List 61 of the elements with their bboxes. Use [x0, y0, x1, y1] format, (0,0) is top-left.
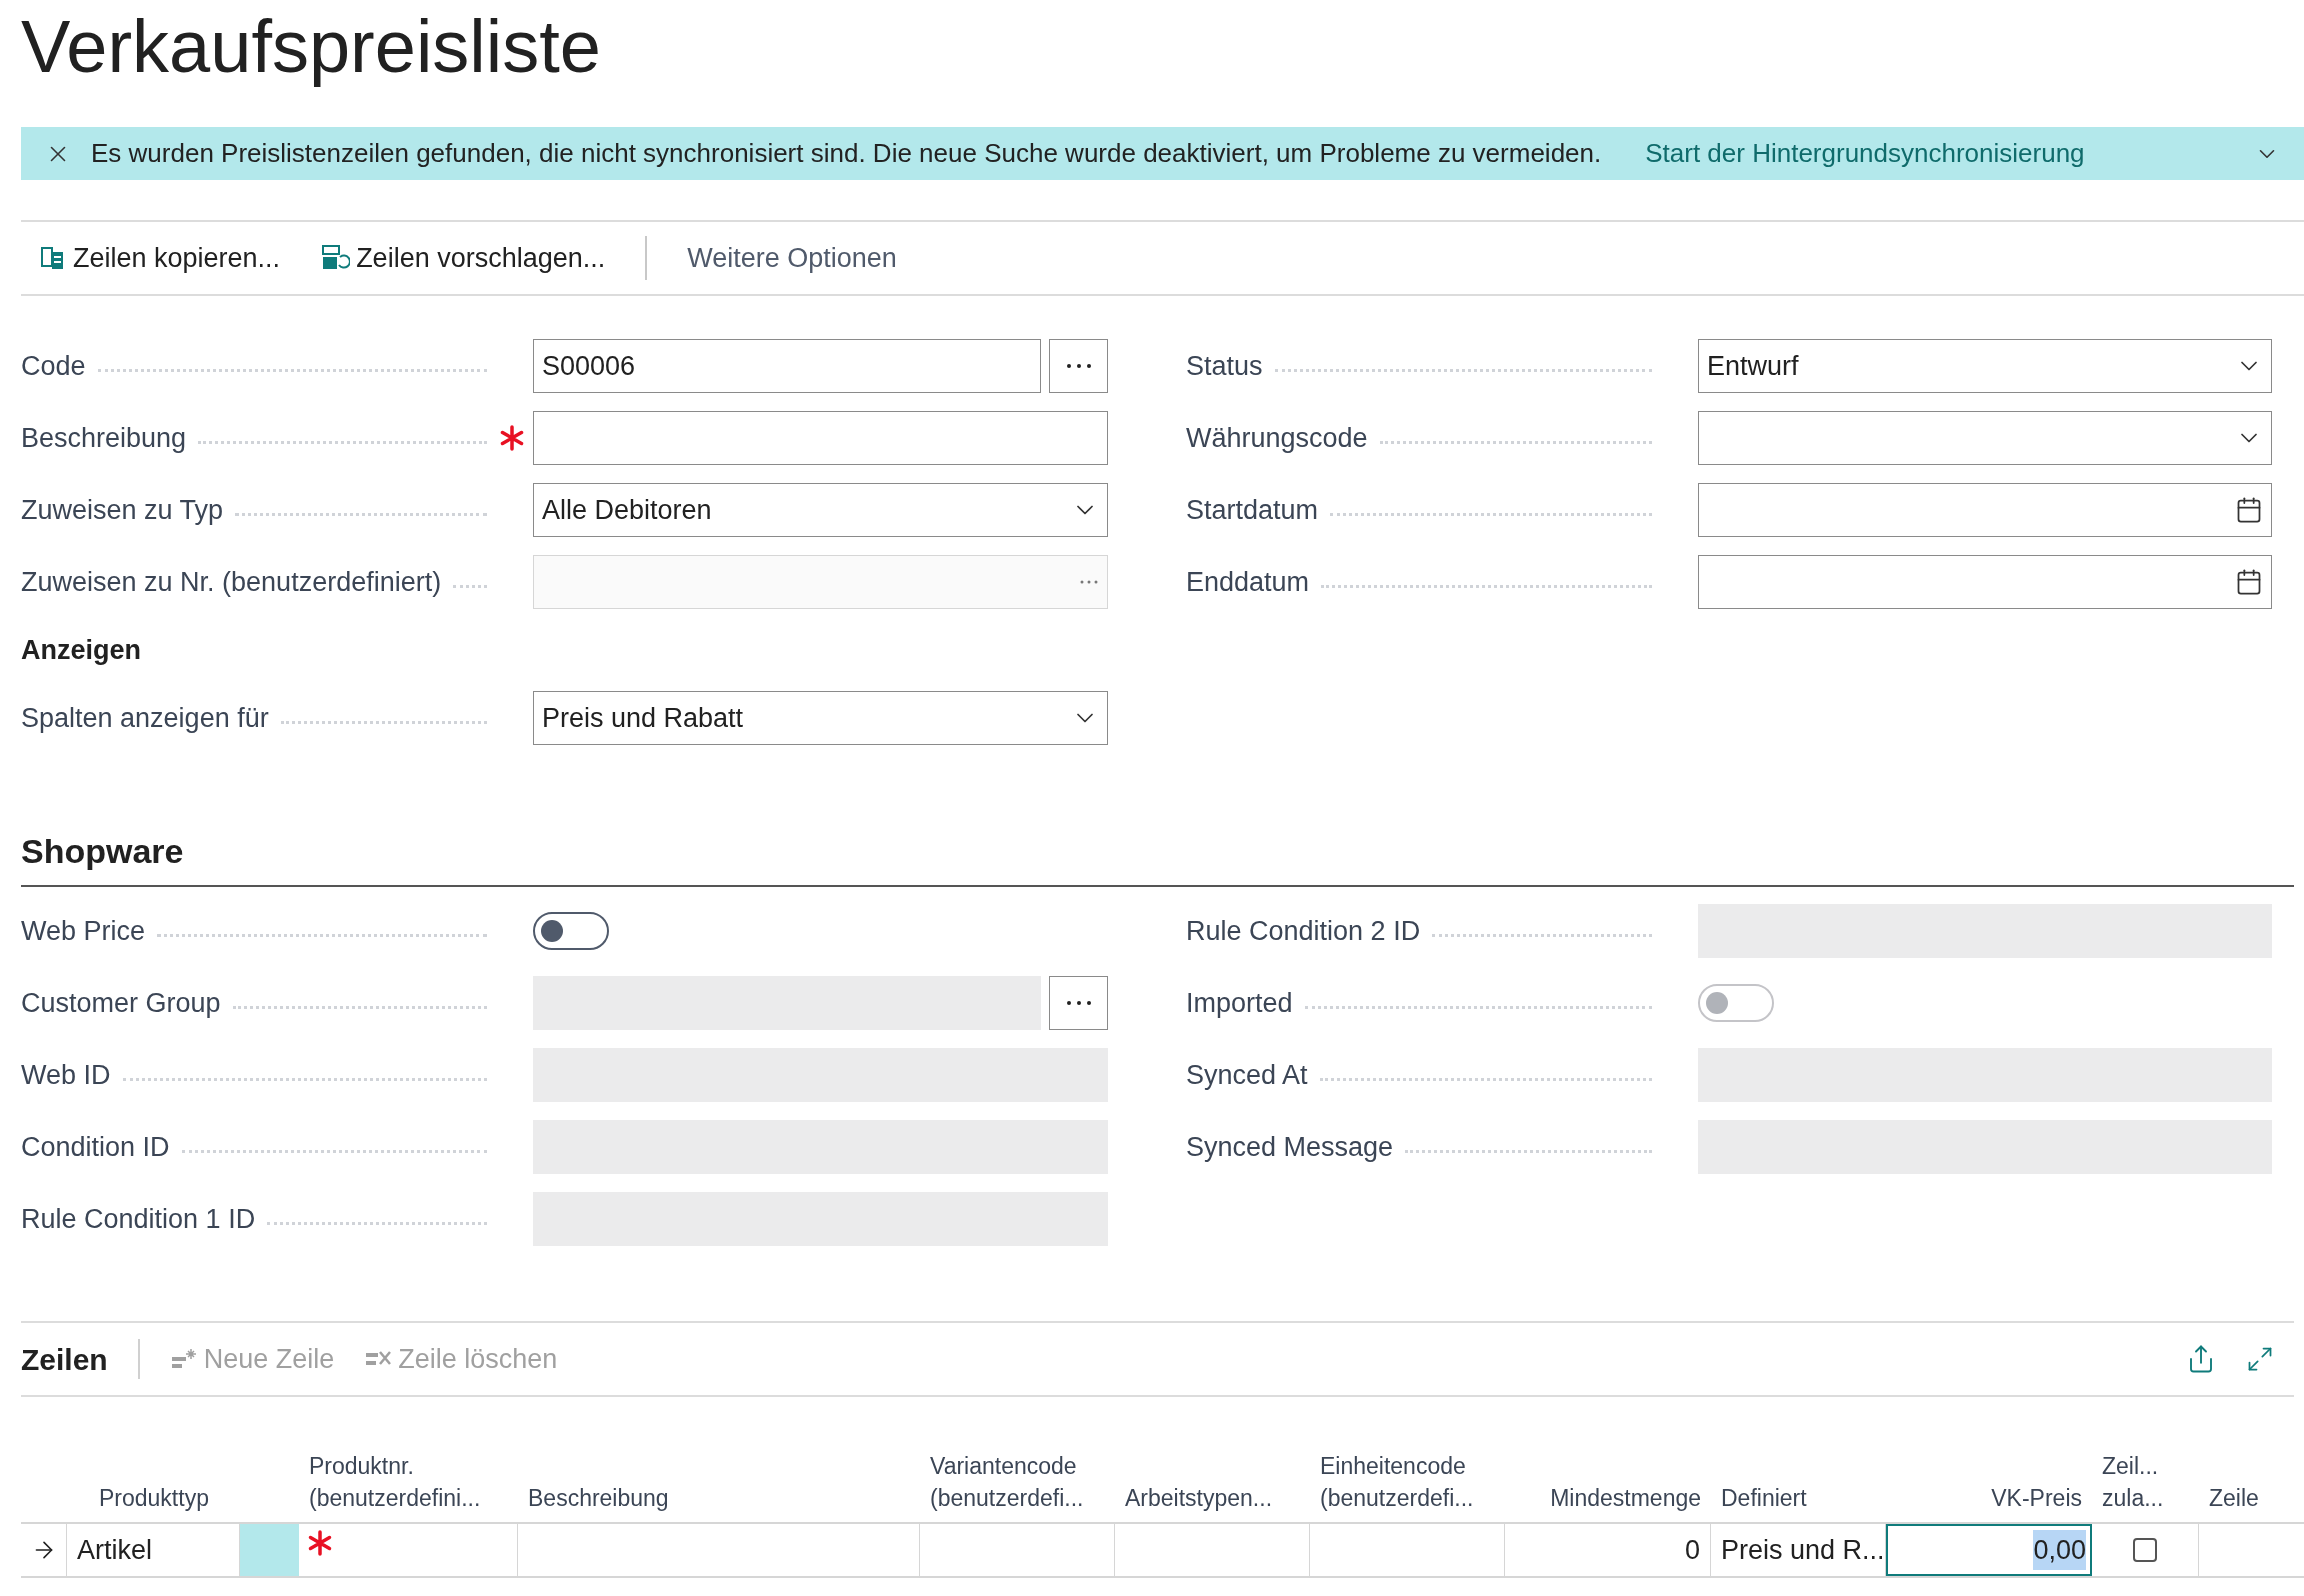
action-button[interactable]: Zeilen kopieren...	[39, 237, 281, 279]
field-label: Condition ID	[21, 1130, 170, 1164]
column-header[interactable]: Beschreibung	[528, 1481, 910, 1514]
table-cell-text: Preis und R...	[1721, 1533, 1885, 1567]
checkbox[interactable]	[2133, 1538, 2157, 1562]
date-field[interactable]	[1698, 555, 2272, 609]
field-label: Währungscode	[1186, 421, 1368, 455]
date-field[interactable]	[1698, 483, 2272, 537]
field-label: Startdatum	[1186, 493, 1319, 527]
field-label: Status	[1186, 349, 1263, 383]
row-marker	[240, 1524, 299, 1576]
section-heading: Shopware	[21, 826, 2294, 887]
column-header[interactable]: Zeile	[2209, 1481, 2294, 1514]
field-label: Customer Group	[21, 986, 221, 1020]
column-header[interactable]: Produktnr. (benutzerdefini...	[309, 1449, 508, 1514]
toggle-switch[interactable]	[533, 912, 609, 950]
sync-link[interactable]: Start der Hintergrundsynchronisierung	[1645, 134, 2085, 173]
field-label: Imported	[1186, 986, 1293, 1020]
field-label: Rule Condition 1 ID	[21, 1202, 256, 1236]
calendar-icon	[2235, 568, 2263, 596]
text-field[interactable]: S00006	[533, 339, 1041, 393]
field-label: Enddatum	[1186, 565, 1310, 599]
field-label: Web Price	[21, 914, 146, 948]
column-header[interactable]: Einheitencode (benutzerdefi...	[1320, 1449, 1495, 1514]
ellipsis-icon	[1065, 1000, 1092, 1006]
field-label: Spalten anzeigen für	[21, 701, 269, 735]
column-header[interactable]: Variantencode (benutzerdefi...	[930, 1449, 1105, 1514]
expand-icon[interactable]	[2246, 1345, 2274, 1373]
field-label: Code	[21, 349, 86, 383]
lookup-button[interactable]	[1049, 976, 1108, 1030]
field-label: Rule Condition 2 ID	[1186, 914, 1421, 948]
column-header[interactable]: Arbeitstypen...	[1125, 1481, 1300, 1514]
field-label: Synced Message	[1186, 1130, 1394, 1164]
dropdown-field[interactable]: Preis und Rabatt	[533, 691, 1108, 745]
field-label: Zuweisen zu Typ	[21, 493, 224, 527]
column-header[interactable]: VK-Preis	[1896, 1481, 2082, 1514]
ellipsis-icon	[1079, 579, 1099, 585]
calendar-icon	[2235, 496, 2263, 524]
text-field[interactable]	[533, 411, 1108, 465]
dropdown-field[interactable]: Alle Debitoren	[533, 483, 1108, 537]
lookup-button[interactable]	[1049, 339, 1108, 393]
table-cell-text: Artikel	[77, 1533, 152, 1567]
section-heading: Anzeigen	[21, 633, 142, 667]
ellipsis-icon	[1065, 363, 1092, 369]
table-cell-text: 0	[1684, 1533, 1700, 1567]
page-title: Verkaufspreisliste	[21, 4, 602, 90]
field-label: Beschreibung	[21, 421, 187, 455]
section-heading: Zeilen	[21, 1341, 108, 1378]
field-label: Zuweisen zu Nr. (benutzerdefiniert)	[21, 565, 442, 599]
banner-message: Es wurden Preislistenzeilen gefunden, die nicht synchronisiert sind. Die neue Suche wurde deaktiviert, um Probleme zu vermeiden.	[91, 137, 1602, 170]
column-header[interactable]: Mindestmenge	[1515, 1481, 1701, 1514]
action-button[interactable]: Zeilen vorschlagen...	[320, 237, 606, 279]
price-input[interactable]: 0,00	[1886, 1524, 2092, 1576]
more-options-button[interactable]: Weitere Optionen	[687, 237, 897, 279]
column-header[interactable]: Zeil... zula...	[2102, 1449, 2189, 1514]
dropdown-field[interactable]: Entwurf	[1698, 339, 2272, 393]
field-label: Synced At	[1186, 1058, 1308, 1092]
dropdown-field[interactable]	[1698, 411, 2272, 465]
field-label: Web ID	[21, 1058, 111, 1092]
column-header[interactable]: Produkttyp	[99, 1481, 230, 1514]
column-header[interactable]: Definiert	[1721, 1481, 1876, 1514]
